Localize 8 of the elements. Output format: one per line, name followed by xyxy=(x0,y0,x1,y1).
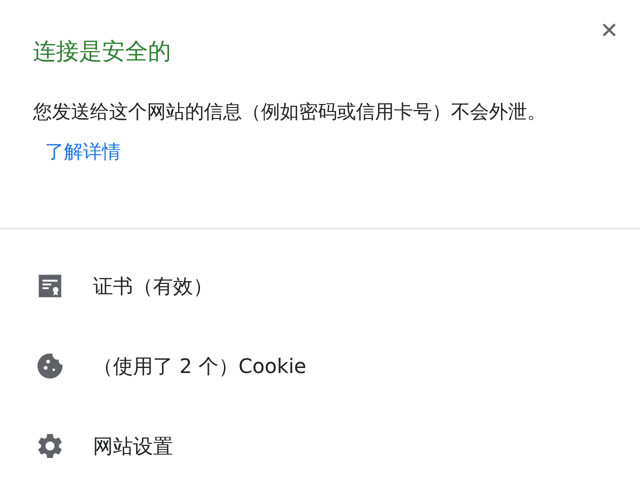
menu-item-label[interactable]: 网站设置 xyxy=(93,432,173,460)
dialog-title: 连接是安全的 xyxy=(33,38,172,67)
menu-item-label[interactable]: 证书（有效） xyxy=(93,272,213,300)
menu-item-label[interactable]: （使用了 2 个）Cookie xyxy=(93,352,306,380)
learn-more-link[interactable]: 了解详情 xyxy=(45,141,121,163)
security-message: 您发送给这个网站的信息（例如密码或信用卡号）不会外泄。 了解详情 xyxy=(33,100,547,165)
cookie-icon xyxy=(35,351,65,381)
close-button[interactable]: ✕ xyxy=(596,16,622,46)
